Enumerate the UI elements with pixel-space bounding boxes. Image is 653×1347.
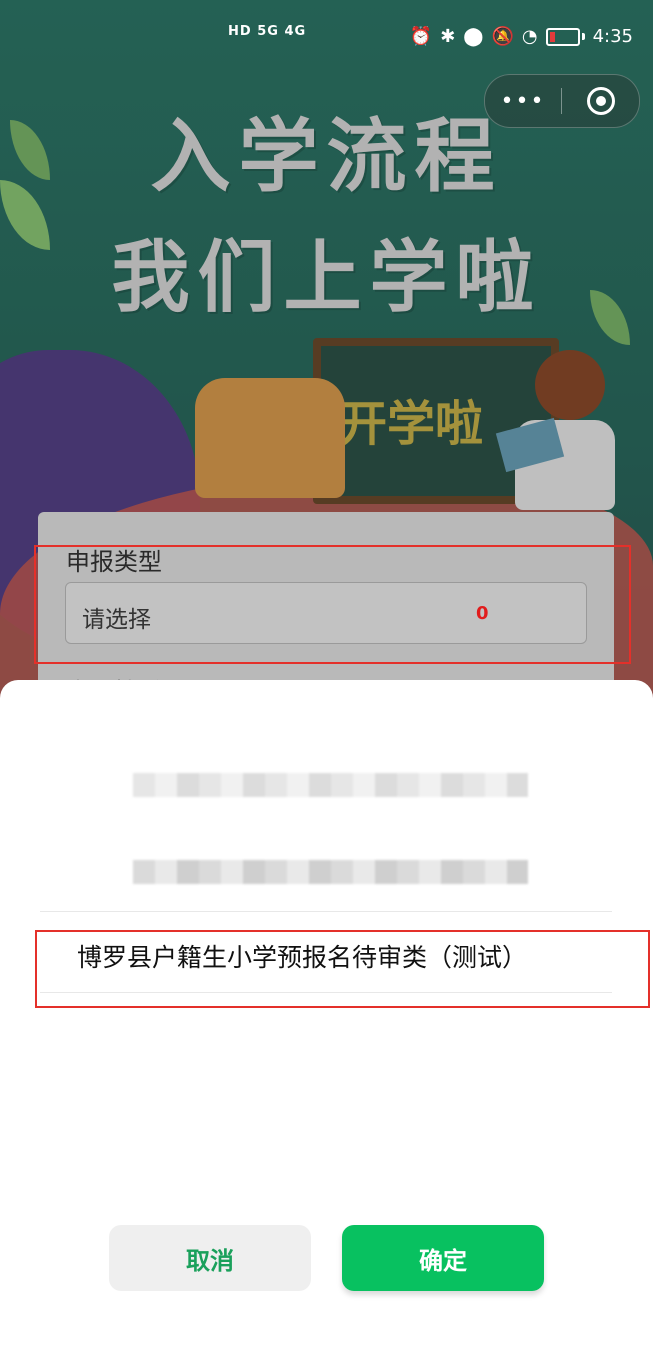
location-icon: ⬤: [463, 26, 484, 47]
battery-icon: [545, 27, 580, 46]
picker-option-blurred: [133, 860, 528, 884]
status-bar: HD 5G 4G ⏰ ✱ ⬤ 🔕 ◔ 4:35: [0, 0, 653, 78]
cancel-button[interactable]: 取消: [109, 1225, 311, 1291]
close-button[interactable]: [562, 87, 639, 115]
bluetooth-icon: ✱: [440, 26, 456, 47]
highlight-box-select: [34, 545, 631, 664]
picker-indicator-top: [40, 911, 612, 912]
target-icon: [586, 87, 615, 115]
miniprogram-capsule: •••: [484, 74, 640, 128]
alarm-icon: ⏰: [409, 26, 433, 47]
mute-icon: 🔕: [491, 26, 514, 47]
battery-tip: [581, 33, 585, 40]
more-dots-icon[interactable]: •••: [485, 89, 561, 114]
speed-icon: ◔: [521, 26, 538, 47]
picker-option-blurred: [133, 773, 528, 797]
clock-time: 4:35: [592, 26, 633, 47]
highlight-box-option: [35, 930, 650, 1008]
signal-indicators: HD 5G 4G: [228, 24, 307, 39]
confirm-button[interactable]: 确定: [342, 1225, 544, 1291]
status-right: ⏰ ✱ ⬤ 🔕 ◔ 4:35: [410, 26, 633, 47]
